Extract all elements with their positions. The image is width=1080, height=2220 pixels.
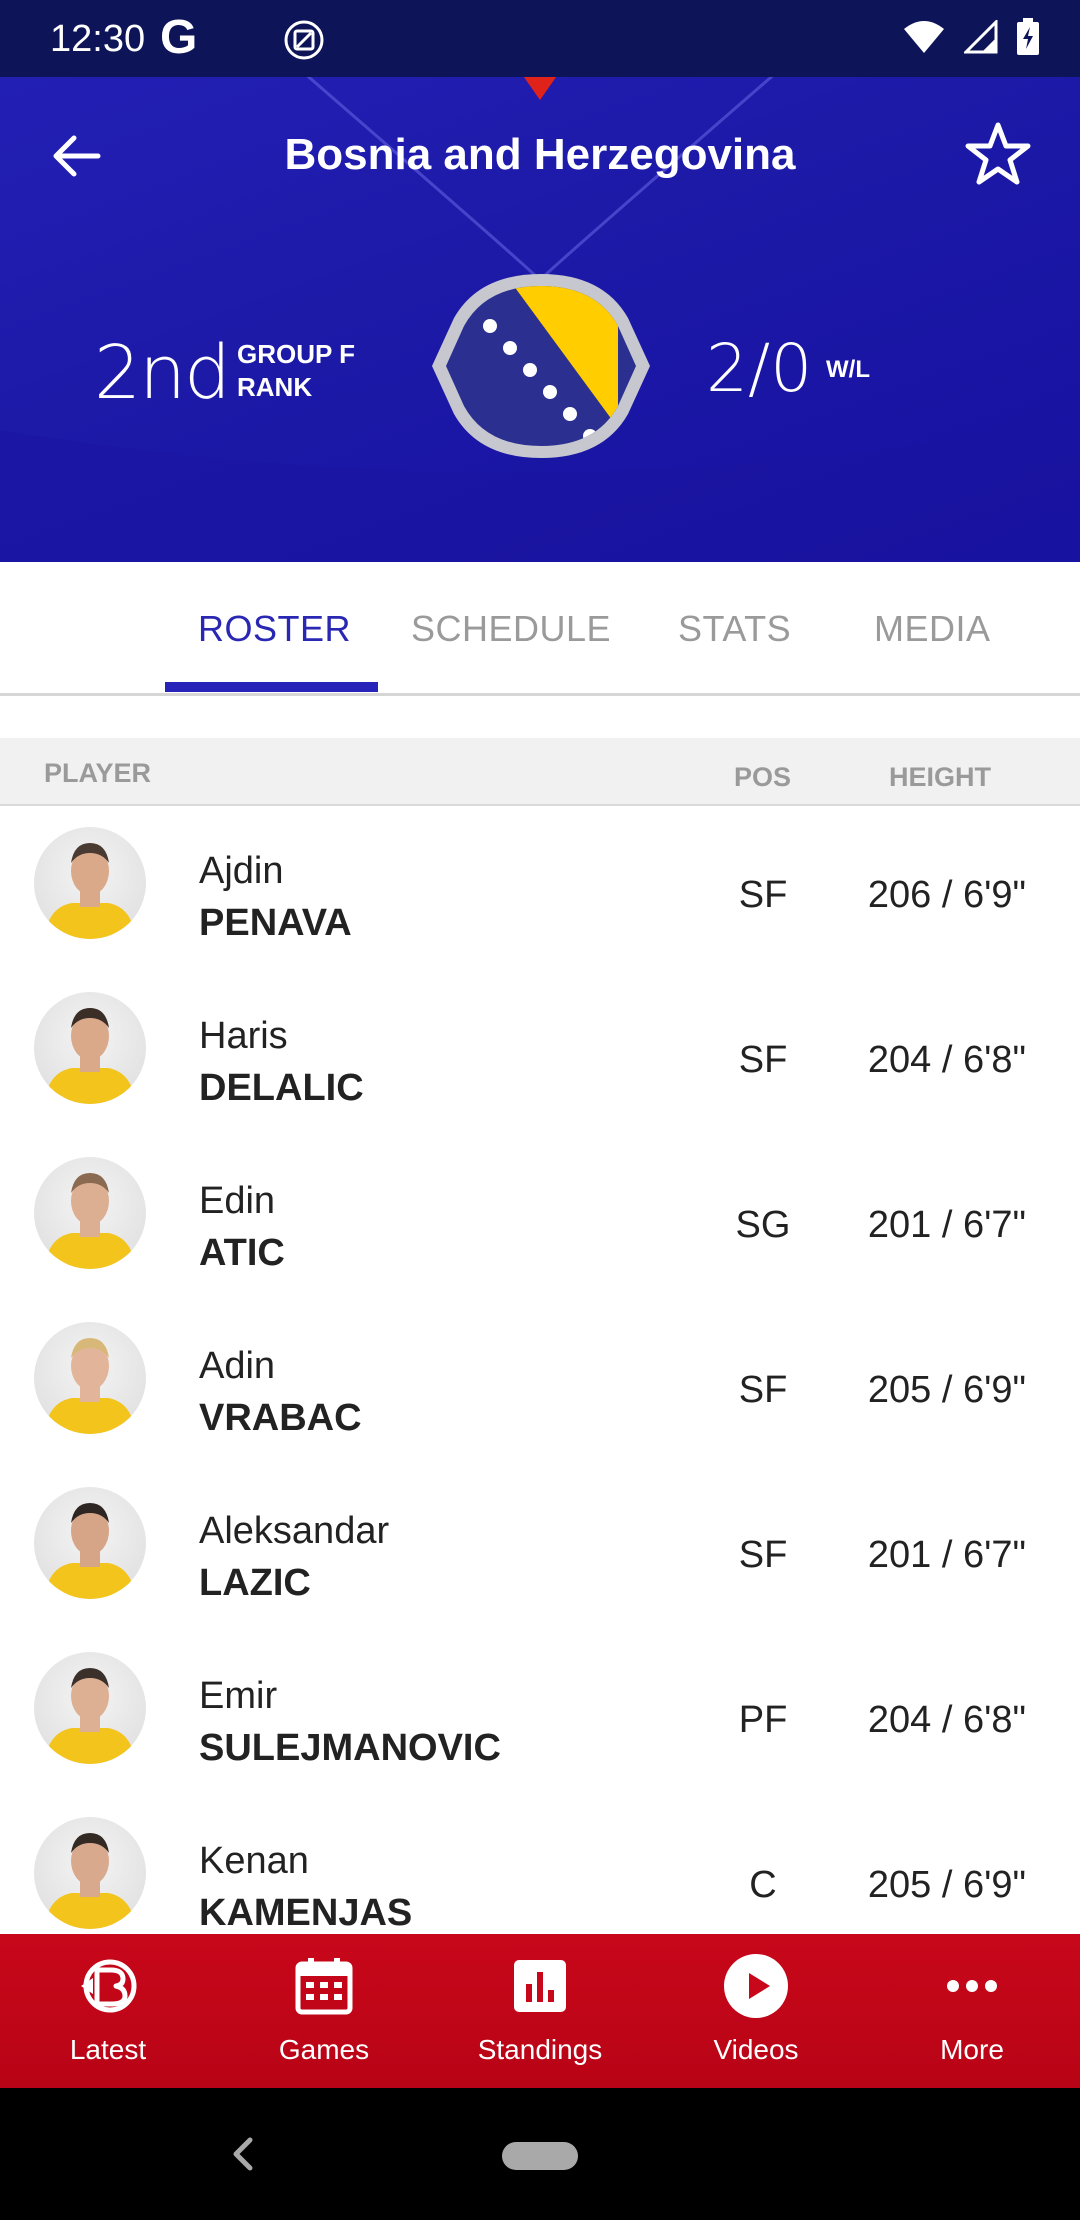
column-header-player: PLAYER bbox=[44, 758, 152, 788]
player-row[interactable]: Kenan KAMENJAS C 205 / 6'9" bbox=[0, 1798, 1080, 1934]
roster-table-header: PLAYER POS HEIGHT bbox=[0, 738, 1080, 806]
tab-roster[interactable]: ROSTER bbox=[198, 608, 351, 650]
status-bar: 12:30 G bbox=[0, 0, 1080, 77]
basketball-logo-icon bbox=[76, 1954, 140, 2018]
player-avatar bbox=[34, 1322, 146, 1434]
player-row[interactable]: Aleksandar LAZIC SF 201 / 6'7" bbox=[0, 1468, 1080, 1633]
player-photo-icon bbox=[44, 1008, 136, 1104]
win-loss-value: 2/0 bbox=[706, 330, 813, 407]
nav-label: Standings bbox=[477, 2034, 603, 2065]
player-height: 204 / 6'8" bbox=[867, 1699, 1026, 1741]
player-avatar bbox=[34, 1652, 146, 1764]
google-icon: G bbox=[160, 11, 198, 64]
player-avatar bbox=[34, 992, 146, 1104]
tab-schedule[interactable]: SCHEDULE bbox=[411, 608, 611, 650]
calendar-icon bbox=[292, 1954, 356, 2018]
page-title: Bosnia and Herzegovina bbox=[284, 130, 796, 179]
nav-games[interactable]: Games bbox=[216, 1934, 432, 2088]
player-first-name: Haris bbox=[199, 1015, 288, 1057]
team-flag-crest-icon bbox=[432, 274, 650, 458]
nav-standings[interactable]: Standings bbox=[432, 1934, 648, 2088]
play-icon bbox=[724, 1954, 788, 2018]
more-dots-icon bbox=[940, 1954, 1004, 2018]
bar-chart-icon bbox=[508, 1954, 572, 2018]
player-height: 201 / 6'7" bbox=[867, 1534, 1026, 1576]
app-bar: Bosnia and Herzegovina bbox=[0, 100, 1080, 210]
app-notification-icon bbox=[284, 20, 324, 60]
wifi-icon bbox=[904, 21, 944, 53]
player-first-name: Aleksandar bbox=[199, 1510, 390, 1552]
player-position: SG bbox=[735, 1204, 791, 1246]
player-first-name: Kenan bbox=[199, 1840, 309, 1882]
team-header: 12:30 G Bosnia and Herzegovina 2nd GROUP… bbox=[0, 0, 1080, 562]
player-height: 205 / 6'9" bbox=[867, 1864, 1026, 1906]
player-height: 205 / 6'9" bbox=[867, 1369, 1026, 1411]
nav-latest[interactable]: Latest bbox=[0, 1934, 216, 2088]
system-navigation-bar bbox=[0, 2088, 1080, 2220]
active-tab-indicator bbox=[165, 682, 378, 692]
player-photo-icon bbox=[44, 843, 136, 939]
player-last-name: KAMENJAS bbox=[199, 1892, 413, 1934]
player-avatar bbox=[34, 1817, 146, 1929]
roster-list: Ajdin PENAVA SF 206 / 6'9" Haris DELALIC… bbox=[0, 808, 1080, 1934]
player-first-name: Emir bbox=[199, 1675, 278, 1717]
player-position: PF bbox=[738, 1699, 788, 1741]
player-height: 204 / 6'8" bbox=[867, 1039, 1026, 1081]
player-position: C bbox=[749, 1864, 777, 1906]
player-last-name: SULEJMANOVIC bbox=[199, 1727, 501, 1769]
column-header-pos: POS bbox=[734, 762, 792, 792]
player-row[interactable]: Haris DELALIC SF 204 / 6'8" bbox=[0, 973, 1080, 1138]
player-first-name: Edin bbox=[199, 1180, 276, 1222]
bottom-navigation: Latest Games Standings Videos More bbox=[0, 1934, 1080, 2088]
player-position: SF bbox=[738, 1369, 788, 1411]
tab-media[interactable]: MEDIA bbox=[874, 608, 991, 650]
system-home-pill[interactable] bbox=[502, 2142, 578, 2170]
player-last-name: PENAVA bbox=[199, 902, 352, 944]
player-photo-icon bbox=[44, 1833, 136, 1929]
system-back-icon[interactable] bbox=[222, 2124, 262, 2184]
nav-label: Latest bbox=[69, 2034, 147, 2065]
player-avatar bbox=[34, 827, 146, 939]
player-row[interactable]: Ajdin PENAVA SF 206 / 6'9" bbox=[0, 808, 1080, 973]
star-icon bbox=[965, 122, 1031, 185]
group-rank-label-line2: RANK bbox=[237, 372, 313, 402]
player-photo-icon bbox=[44, 1338, 136, 1434]
nav-more[interactable]: More bbox=[864, 1934, 1080, 2088]
status-time: 12:30 bbox=[50, 18, 146, 60]
signal-icon bbox=[964, 20, 998, 54]
player-photo-icon bbox=[44, 1668, 136, 1764]
player-position: SF bbox=[738, 1534, 788, 1576]
player-row[interactable]: Adin VRABAC SF 205 / 6'9" bbox=[0, 1303, 1080, 1468]
player-last-name: ATIC bbox=[199, 1232, 285, 1274]
player-photo-icon bbox=[44, 1503, 136, 1599]
player-last-name: DELALIC bbox=[199, 1067, 364, 1109]
favorite-button[interactable] bbox=[960, 116, 1036, 192]
tab-stats[interactable]: STATS bbox=[678, 608, 791, 650]
player-last-name: VRABAC bbox=[199, 1397, 362, 1439]
status-icons bbox=[902, 18, 1040, 56]
win-loss-label: W/L bbox=[826, 356, 870, 383]
group-rank-label: GROUP F RANK bbox=[237, 338, 355, 404]
group-rank-value: 2nd bbox=[94, 330, 231, 416]
player-height: 206 / 6'9" bbox=[867, 874, 1026, 916]
player-avatar bbox=[34, 1487, 146, 1599]
player-row[interactable]: Emir SULEJMANOVIC PF 204 / 6'8" bbox=[0, 1633, 1080, 1798]
player-avatar bbox=[34, 1157, 146, 1269]
player-first-name: Ajdin bbox=[199, 850, 284, 892]
nav-label: Videos bbox=[713, 2034, 799, 2065]
player-position: SF bbox=[738, 874, 788, 916]
player-first-name: Adin bbox=[199, 1345, 276, 1387]
nav-label: More bbox=[940, 2034, 1004, 2065]
group-rank-label-line1: GROUP F bbox=[237, 339, 355, 369]
player-photo-icon bbox=[44, 1173, 136, 1269]
player-last-name: LAZIC bbox=[199, 1562, 311, 1604]
column-header-height: HEIGHT bbox=[889, 762, 992, 792]
player-height: 201 / 6'7" bbox=[867, 1204, 1026, 1246]
team-tabs: ROSTER SCHEDULE STATS MEDIA bbox=[0, 562, 1080, 696]
player-row[interactable]: Edin ATIC SG 201 / 6'7" bbox=[0, 1138, 1080, 1303]
battery-icon bbox=[1017, 18, 1039, 55]
nav-label: Games bbox=[278, 2034, 370, 2065]
nav-videos[interactable]: Videos bbox=[648, 1934, 864, 2088]
player-position: SF bbox=[738, 1039, 788, 1081]
